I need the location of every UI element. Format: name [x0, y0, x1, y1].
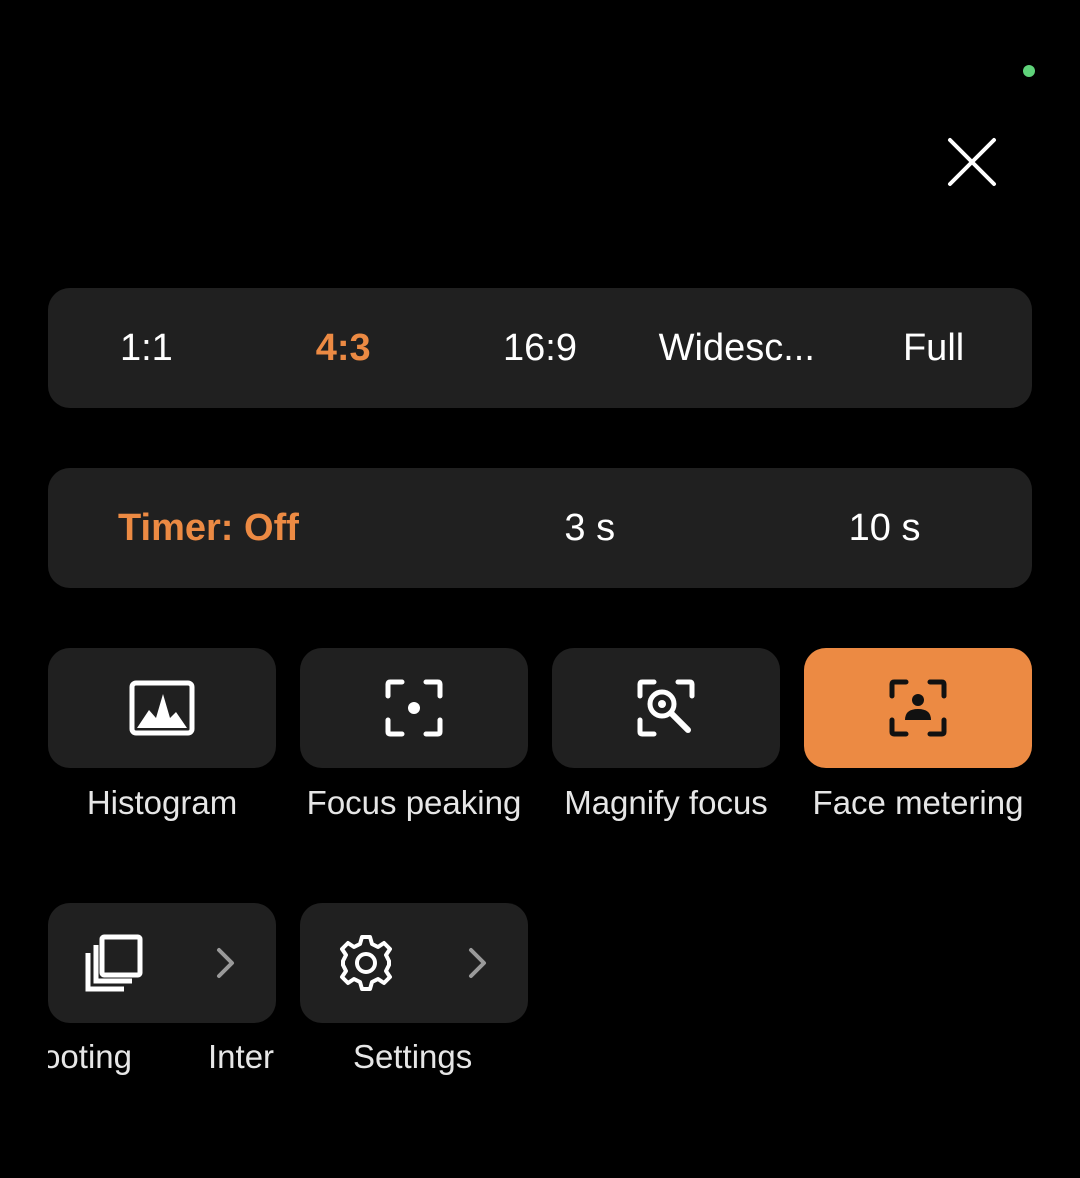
settings-label: Settings — [353, 1038, 473, 1075]
status-indicator-dot — [1023, 65, 1035, 77]
burst-stack-icon — [85, 934, 143, 992]
focus-peaking-icon — [385, 679, 443, 737]
tool-magnify-focus: Magnify focus — [552, 648, 780, 822]
timer-selector: Timer: Off 3 s 10 s — [48, 468, 1032, 588]
tool-face-metering: Face metering — [804, 648, 1032, 822]
chevron-right-icon — [469, 948, 486, 978]
ratio-option-full[interactable]: Full — [835, 288, 1032, 408]
focus-peaking-label: Focus peaking — [306, 784, 522, 821]
ratio-option-4-3[interactable]: 4:3 — [245, 288, 442, 408]
tool-toggles-row: Histogram Focus peaking Magnify focus Fa… — [48, 648, 1032, 848]
ratio-option-widescreen[interactable]: Widesc... — [638, 288, 835, 408]
shooting-label-fragment: ooting — [48, 1038, 132, 1075]
tool-focus-peaking: Focus peaking — [300, 648, 528, 822]
magnify-focus-toggle-button[interactable] — [552, 648, 780, 768]
face-metering-toggle-button[interactable] — [804, 648, 1032, 768]
magnify-focus-icon — [637, 679, 695, 737]
timer-option-off[interactable]: Timer: Off — [48, 468, 442, 588]
magnify-focus-label: Magnify focus — [564, 784, 768, 821]
tool-histogram: Histogram — [48, 648, 276, 822]
aspect-ratio-selector: 1:1 4:3 16:9 Widesc... Full — [48, 288, 1032, 408]
settings-button[interactable] — [300, 903, 528, 1023]
face-metering-icon — [889, 679, 947, 737]
ratio-option-1-1[interactable]: 1:1 — [48, 288, 245, 408]
focus-peaking-toggle-button[interactable] — [300, 648, 528, 768]
histogram-icon — [129, 680, 195, 736]
close-icon — [948, 138, 996, 186]
timer-option-3s[interactable]: 3 s — [442, 468, 737, 588]
navigation-row: ooting Inter Settings — [48, 903, 1032, 1103]
histogram-toggle-button[interactable] — [48, 648, 276, 768]
shooting-interval-button[interactable] — [48, 903, 276, 1023]
gear-icon — [340, 935, 392, 991]
close-button[interactable] — [940, 130, 1004, 194]
chevron-right-icon — [217, 948, 234, 978]
camera-quick-settings-panel: 1:1 4:3 16:9 Widesc... Full Timer: Off 3… — [0, 0, 1080, 1178]
timer-option-10s[interactable]: 10 s — [737, 468, 1032, 588]
shooting-label-clipped: ooting — [48, 1038, 158, 1082]
ratio-option-16-9[interactable]: 16:9 — [442, 288, 639, 408]
histogram-label: Histogram — [86, 784, 238, 821]
face-metering-label: Face metering — [812, 784, 1024, 821]
interval-label-fragment: Inter — [208, 1038, 275, 1075]
